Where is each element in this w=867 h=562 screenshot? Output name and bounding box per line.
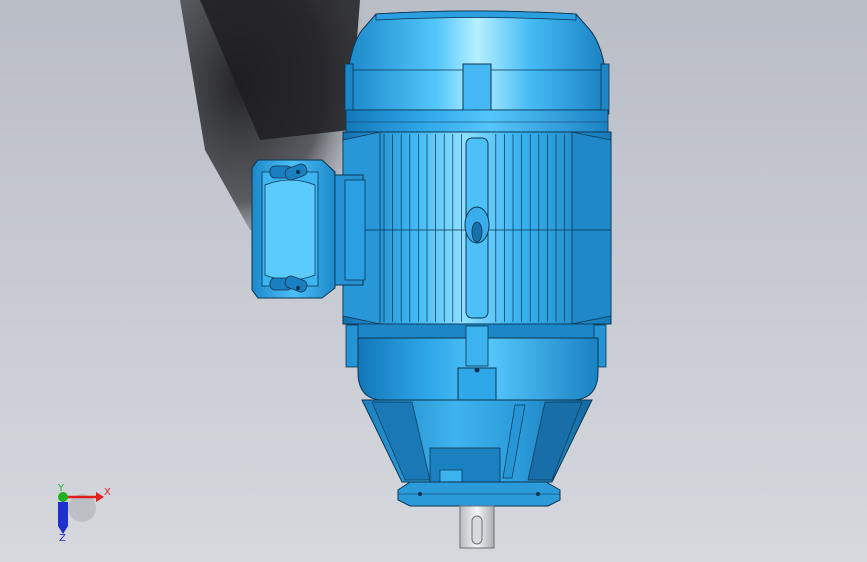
triad-x-label: X (104, 487, 111, 498)
terminal-box[interactable] (251, 159, 366, 299)
stator-housing[interactable] (342, 131, 612, 325)
output-shaft[interactable] (459, 505, 495, 549)
drive-end-housing[interactable] (345, 323, 607, 410)
3d-viewport[interactable]: X Y Z (0, 0, 867, 562)
triad-y-label: Y (58, 483, 65, 494)
triad-z-label: Z (59, 533, 66, 544)
fan-cover[interactable] (344, 10, 610, 117)
model-scene[interactable] (0, 0, 867, 562)
